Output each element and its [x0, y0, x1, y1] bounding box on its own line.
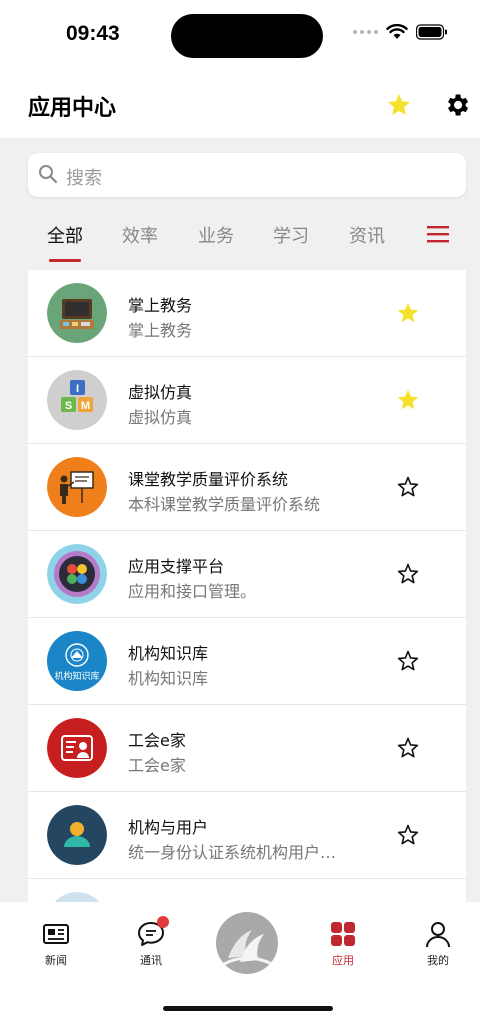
app-icon-text: 机构知识库 [54, 672, 100, 682]
search-placeholder: 搜索 [66, 168, 102, 189]
tab-news[interactable]: 资讯 [349, 222, 385, 248]
center-logo-icon [223, 930, 273, 966]
tab-bar-messages[interactable]: 通讯 [121, 916, 181, 968]
status-bar: 09:43 [0, 0, 480, 72]
menu-hamburger-icon[interactable] [427, 223, 449, 245]
status-time: 09:43 [66, 22, 120, 45]
home-indicator [163, 1006, 333, 1011]
svg-text:I: I [76, 383, 79, 395]
app-name: 机构与用户 [128, 818, 209, 837]
dynamic-island [171, 14, 323, 58]
center-logo-button[interactable] [216, 912, 278, 974]
ism-blocks-icon: I S M [47, 370, 107, 430]
tab-bar-label: 我的 [427, 954, 449, 967]
svg-text:S: S [65, 400, 72, 412]
tab-bar-apps[interactable]: 应用 [313, 920, 373, 968]
list-item[interactable]: I S M 虚拟仿真 虚拟仿真 [28, 357, 466, 444]
list-item[interactable]: 机构与用户 统一身份认证系统机构用户… [28, 792, 466, 879]
wifi-icon [386, 24, 408, 39]
tab-bar-news[interactable]: 新闻 [26, 920, 86, 968]
tab-bar-label: 新闻 [45, 954, 67, 967]
person-icon [426, 922, 450, 948]
partial-app-icon [54, 892, 100, 902]
app-description: 虚拟仿真 [128, 408, 193, 427]
bottom-tab-bar: 新闻 通讯 应用 我的 [0, 902, 480, 1022]
institution-repository-icon: 机构知识库 [47, 631, 107, 691]
favorite-star-filled-icon[interactable] [396, 388, 420, 412]
favorite-star-outline-icon[interactable] [396, 823, 420, 847]
app-name: 机构知识库 [128, 644, 209, 663]
category-tabs: 全部 效率 业务 学习 资讯 [28, 212, 466, 264]
app-name: 掌上教务 [128, 296, 193, 315]
favorite-star-outline-icon[interactable] [396, 649, 420, 673]
svg-text:M: M [81, 400, 90, 412]
classroom-board-icon [47, 283, 107, 343]
battery-icon [416, 24, 447, 40]
search-input[interactable]: 搜索 [28, 153, 466, 197]
favorites-star-icon[interactable] [386, 92, 412, 118]
tab-bar-label: 通讯 [140, 954, 162, 967]
header: 应用中心 [0, 72, 480, 138]
app-description: 统一身份认证系统机构用户… [128, 843, 337, 862]
active-tab-indicator [49, 259, 81, 262]
app-list: 掌上教务 掌上教务 I S M 虚拟仿真 虚拟仿真 课堂教学质量评价系统 本科课… [28, 270, 466, 902]
tab-business[interactable]: 业务 [198, 222, 234, 248]
user-person-icon [47, 805, 107, 865]
app-name: 课堂教学质量评价系统 [128, 470, 289, 489]
list-item[interactable]: 掌上教务 掌上教务 [28, 270, 466, 357]
app-name: 工会e家 [128, 731, 186, 750]
settings-gear-icon[interactable] [443, 91, 471, 119]
tab-bar-profile[interactable]: 我的 [408, 920, 468, 968]
tab-bar-label: 应用 [332, 954, 354, 967]
favorite-star-filled-icon[interactable] [396, 301, 420, 325]
app-description: 工会e家 [128, 756, 186, 775]
union-card-icon [47, 718, 107, 778]
app-name: 应用支撑平台 [128, 557, 225, 576]
list-item[interactable]: 机构知识库 机构知识库 机构知识库 [28, 618, 466, 705]
page-title: 应用中心 [28, 96, 117, 121]
app-description: 机构知识库 [128, 669, 209, 688]
tab-study[interactable]: 学习 [273, 222, 309, 248]
tab-efficiency[interactable]: 效率 [122, 222, 158, 248]
status-indicators [353, 24, 448, 40]
favorite-star-outline-icon[interactable] [396, 736, 420, 760]
list-item[interactable] [28, 879, 466, 902]
app-description: 掌上教务 [128, 321, 193, 340]
list-item[interactable]: 应用支撑平台 应用和接口管理。 [28, 531, 466, 618]
notification-badge [157, 916, 169, 928]
signal-dots-icon [353, 30, 378, 34]
favorite-star-outline-icon[interactable] [396, 562, 420, 586]
search-icon [39, 165, 58, 184]
favorite-star-outline-icon[interactable] [396, 475, 420, 499]
list-item[interactable]: 工会e家 工会e家 [28, 705, 466, 792]
teacher-board-icon [47, 457, 107, 517]
app-description: 应用和接口管理。 [128, 582, 257, 601]
app-description: 本科课堂教学质量评价系统 [128, 495, 321, 514]
clover-platform-icon [47, 544, 107, 604]
apps-grid-icon [331, 922, 355, 946]
newspaper-icon [43, 924, 69, 944]
tab-all[interactable]: 全部 [47, 222, 83, 248]
list-item[interactable]: 课堂教学质量评价系统 本科课堂教学质量评价系统 [28, 444, 466, 531]
app-name: 虚拟仿真 [128, 383, 193, 402]
